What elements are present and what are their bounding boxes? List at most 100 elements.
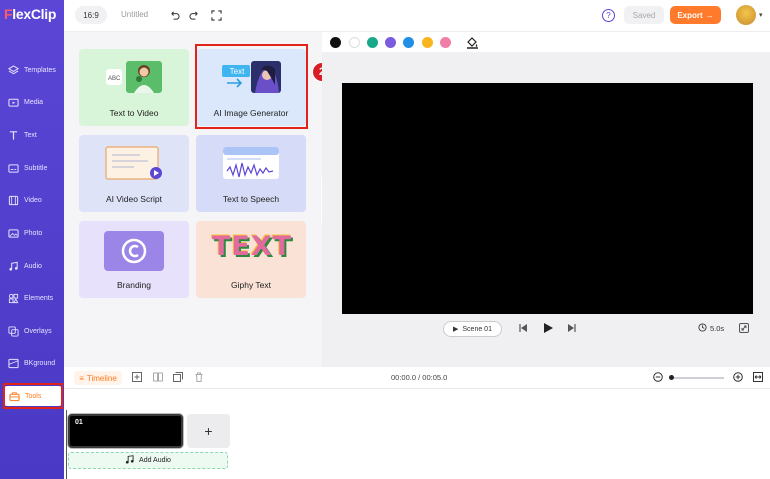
add-scene-button[interactable]: + (187, 414, 230, 448)
sidebar-item-label: Text (24, 131, 37, 139)
photo-icon (7, 227, 19, 239)
zoom-slider-track[interactable] (669, 377, 724, 379)
chevron-down-icon[interactable]: ▾ (759, 11, 763, 19)
color-swatch-white[interactable] (349, 37, 360, 48)
sidebar-item-label: Audio (24, 262, 42, 270)
flexclip-editor: FlexClip Templates Media Text Subtitle V… (0, 0, 770, 479)
background-icon (7, 357, 19, 369)
split-icon[interactable] (153, 372, 163, 382)
delete-icon[interactable] (194, 372, 204, 382)
tool-card-text-to-video[interactable]: ABC Text to Video (79, 49, 189, 126)
highlight-box-ai-image-generator (195, 44, 308, 129)
zoom-slider-handle[interactable] (669, 375, 674, 380)
highlight-box-tools (3, 383, 63, 409)
tool-card-text-to-speech[interactable]: Text to Speech (196, 135, 306, 212)
subtitle-icon (7, 162, 19, 174)
sidebar-item-bkground[interactable]: BKground (0, 348, 64, 378)
ai-video-script-illustration (104, 145, 164, 181)
timeline-toolbar: ≡ Timeline 00:00.0 / 00:05.0 (64, 367, 770, 389)
aspect-ratio-button[interactable]: 16:9 (75, 6, 107, 24)
saved-status: Saved (624, 6, 664, 24)
sidebar-item-media[interactable]: Media (0, 87, 64, 117)
sidebar-item-label: Overlays (24, 327, 52, 335)
duplicate-icon[interactable] (173, 372, 183, 382)
card-label: Text to Speech (222, 194, 280, 204)
color-swatch-purple[interactable] (385, 37, 396, 48)
fill-bucket-icon[interactable] (466, 36, 479, 49)
sidebar-item-label: Video (24, 196, 42, 204)
scene-selector[interactable]: ▶ Scene 01 (443, 321, 502, 337)
sidebar-item-label: Templates (24, 66, 56, 74)
flexclip-logo[interactable]: FlexClip (4, 6, 62, 26)
video-icon (7, 194, 19, 206)
tool-card-giphy-text[interactable]: TEXT Giphy Text (196, 221, 306, 298)
sidebar-item-label: Media (24, 98, 44, 106)
top-toolbar: 16:9 Untitled ? Saved Export → ▾ (64, 0, 770, 32)
skip-forward-icon[interactable] (567, 323, 577, 336)
background-color-strip (322, 32, 770, 52)
branding-illustration (104, 231, 164, 271)
folder-icon (7, 96, 19, 108)
logo-text: lexClip (12, 6, 57, 22)
sidebar-item-overlays[interactable]: Overlays (0, 316, 64, 346)
playhead[interactable] (66, 410, 67, 479)
color-swatch-yellow[interactable] (422, 37, 433, 48)
layers-icon (7, 64, 19, 76)
card-label: Text to Video (109, 108, 159, 118)
scene-duration[interactable]: 5.0s (698, 323, 724, 334)
fit-timeline-icon[interactable] (753, 372, 763, 382)
sidebar-item-label: Elements (24, 294, 54, 302)
card-label: AI Video Script (105, 194, 163, 204)
clip-number: 01 (75, 419, 83, 426)
card-label: Giphy Text (230, 280, 271, 290)
elements-icon (7, 292, 19, 304)
export-button[interactable]: Export → (670, 6, 721, 24)
play-button[interactable] (542, 322, 554, 337)
sidebar-item-label: BKground (24, 359, 56, 367)
music-note-icon (125, 455, 134, 466)
add-audio-button[interactable]: Add Audio (68, 452, 228, 469)
avatar[interactable] (736, 5, 756, 25)
scene-label: Scene 01 (462, 325, 492, 333)
sidebar-item-audio[interactable]: Audio (0, 251, 64, 281)
color-swatch-teal[interactable] (367, 37, 378, 48)
help-icon[interactable]: ? (602, 9, 615, 22)
skip-back-icon[interactable] (518, 323, 528, 336)
color-swatch-blue[interactable] (403, 37, 414, 48)
project-title[interactable]: Untitled (121, 10, 148, 19)
scene-clip[interactable]: 01 (68, 414, 183, 448)
play-small-icon: ▶ (453, 326, 459, 333)
card-label: Branding (116, 280, 152, 290)
sidebar-item-label: Photo (24, 229, 43, 237)
sidebar-item-text[interactable]: Text (0, 120, 64, 150)
video-canvas[interactable] (342, 83, 753, 314)
sidebar-item-templates[interactable]: Templates (0, 55, 64, 85)
zoom-out-icon[interactable] (653, 372, 663, 382)
tool-card-branding[interactable]: Branding (79, 221, 189, 298)
add-scene-icon[interactable] (132, 372, 142, 382)
svg-text:ABC: ABC (108, 76, 121, 82)
undo-icon[interactable] (168, 9, 180, 21)
color-swatch-black[interactable] (330, 37, 341, 48)
music-icon (7, 260, 19, 272)
add-audio-label: Add Audio (139, 457, 171, 464)
redo-icon[interactable] (188, 9, 200, 21)
text-to-speech-illustration (221, 145, 281, 181)
arrow-right-icon: → (705, 10, 714, 20)
timeline-icon: ≡ (79, 373, 84, 383)
sidebar-item-elements[interactable]: Elements (0, 283, 64, 313)
zoom-in-icon[interactable] (733, 372, 743, 382)
fullscreen-icon[interactable] (210, 9, 222, 21)
sidebar-item-subtitle[interactable]: Subtitle (0, 153, 64, 183)
timeline-toggle[interactable]: ≡ Timeline (74, 371, 122, 385)
duration-label: 5.0s (710, 324, 725, 333)
timeline-time: 00:00.0 / 00:05.0 (391, 373, 448, 382)
color-swatch-pink[interactable] (440, 37, 451, 48)
sidebar-item-photo[interactable]: Photo (0, 218, 64, 248)
text-to-video-illustration: ABC (104, 59, 164, 95)
sidebar-item-video[interactable]: Video (0, 185, 64, 215)
export-label: Export (677, 10, 703, 20)
clock-icon (698, 323, 707, 334)
tool-card-ai-video-script[interactable]: AI Video Script (79, 135, 189, 212)
expand-icon[interactable] (739, 323, 749, 336)
